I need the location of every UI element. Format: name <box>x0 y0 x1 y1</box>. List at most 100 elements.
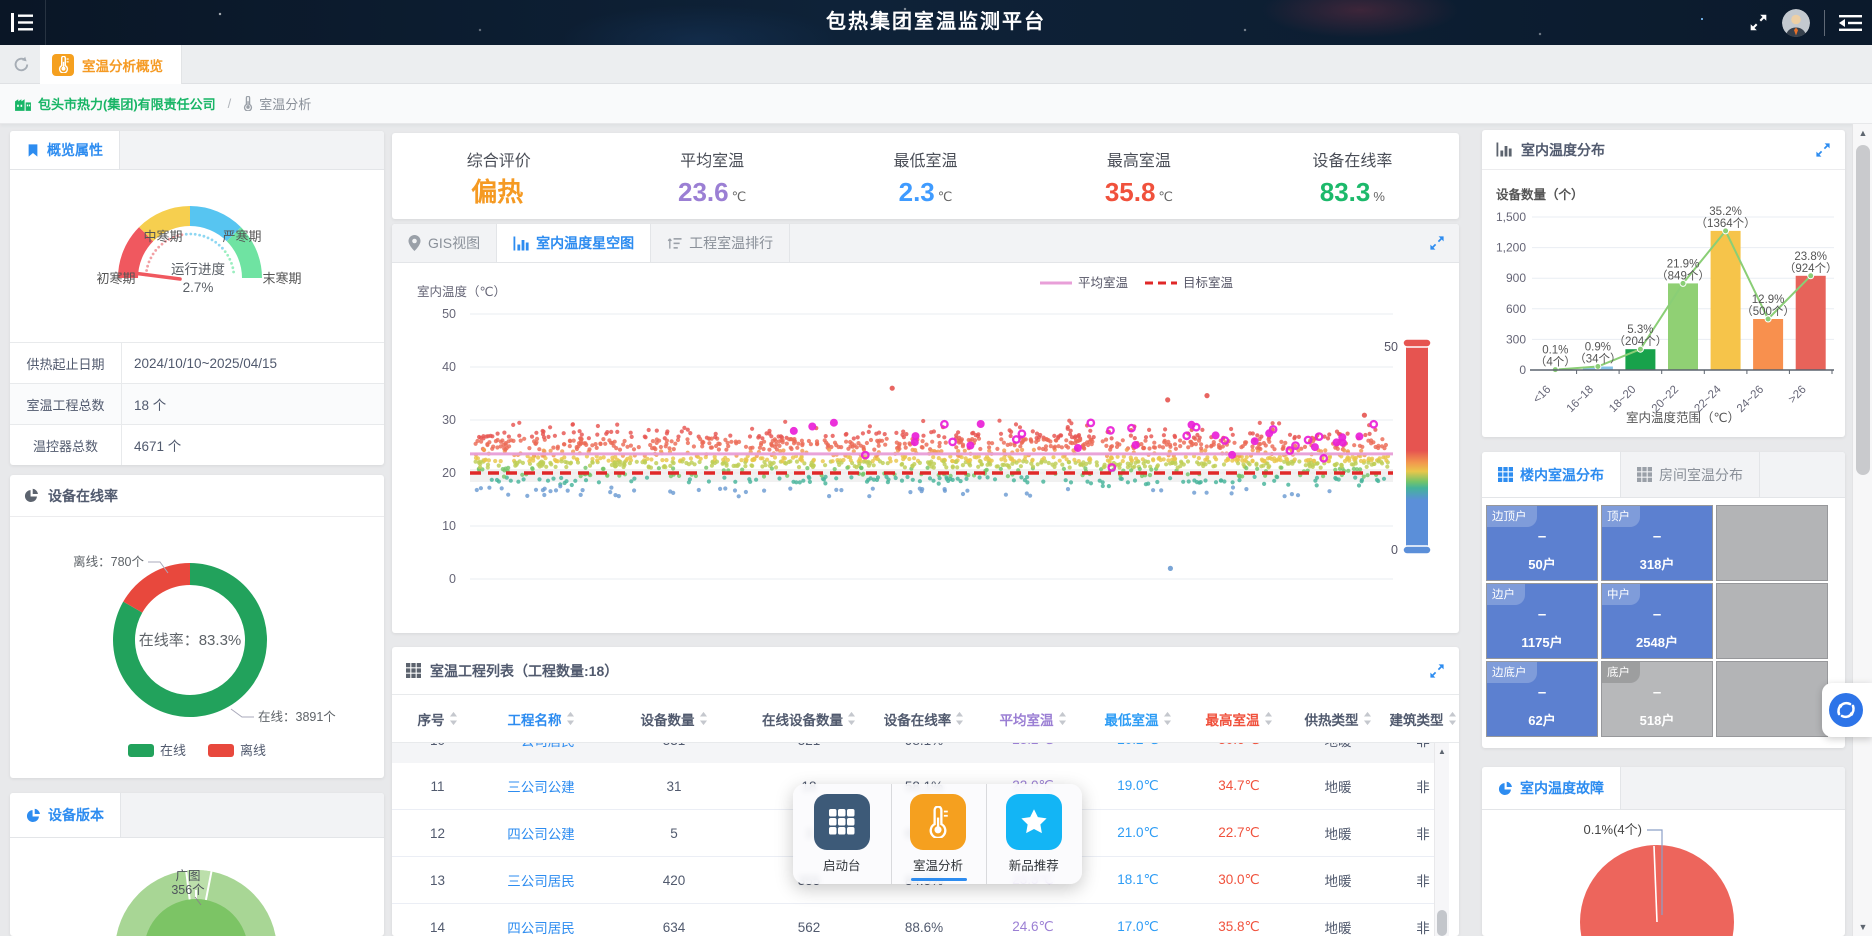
cell-online_devices: 562 <box>749 920 869 935</box>
cell-value: – <box>1602 606 1712 623</box>
col-header-max_temp[interactable]: 最高室温 <box>1189 709 1289 729</box>
cell-name[interactable]: 三公司居民 <box>483 870 599 890</box>
svg-text:5.3%: 5.3% <box>1627 324 1653 336</box>
cell-tag: 边顶户 <box>1487 506 1537 527</box>
col-header-devices[interactable]: 设备数量 <box>599 709 749 729</box>
grid-cell-底户[interactable]: 底户–518户 <box>1601 661 1713 737</box>
tab-room-temp-overview[interactable]: 室温分析概览 <box>40 45 182 84</box>
col-header-avg_temp[interactable]: 平均室温 <box>979 709 1087 729</box>
cell-name[interactable]: 四公司公建 <box>483 823 599 843</box>
cell-name[interactable]: 四公司居民 <box>483 917 599 936</box>
tab-overview-attrs[interactable]: 概览属性 <box>10 131 120 169</box>
sort-caret-icon[interactable] <box>566 711 575 726</box>
svg-text:50: 50 <box>442 307 456 321</box>
stat-value: 23.6℃ <box>605 179 818 205</box>
tab-temp-fault[interactable]: 室内温度故障 <box>1482 767 1621 809</box>
sort-caret-icon[interactable] <box>1363 711 1372 726</box>
chart-tab-1[interactable]: 室内温度星空图 <box>497 224 651 262</box>
dock-label: 室温分析 <box>913 855 963 874</box>
table-scrollbar[interactable]: ▲ <box>1434 743 1449 936</box>
partial-table-row[interactable]: 10一公司居民53152198.1%23.2℃20.2℃30.6℃地暖非 <box>392 743 1434 763</box>
col-header-online_rate[interactable]: 设备在线率 <box>869 709 979 729</box>
grid-cell-顶户[interactable]: 顶户–318户 <box>1601 505 1713 581</box>
svg-text:（500个）: （500个） <box>1741 305 1795 318</box>
breadcrumb-company[interactable]: 包头市热力(集团)有限责任公司 <box>38 94 216 113</box>
scrollbar-thumb <box>1856 145 1870 475</box>
chart-tab-0[interactable]: GIS视图 <box>392 224 497 262</box>
cell-count: 518户 <box>1602 710 1712 729</box>
expand-icon[interactable] <box>1429 235 1445 262</box>
col-header-min_temp[interactable]: 最低室温 <box>1087 709 1189 729</box>
sort-caret-icon[interactable] <box>1058 711 1067 726</box>
panel-building-distribution: 楼内室温分布 房间室温分布 边顶户–50户顶户–318户边户–1175户中户–2… <box>1482 452 1845 748</box>
cell-building_type: 非 <box>1387 870 1434 890</box>
grid-cell-中户[interactable]: 中户–2548户 <box>1601 583 1713 659</box>
col-header-heat_type[interactable]: 供热类型 <box>1289 709 1387 729</box>
chart-tab-2[interactable]: 工程室温排行 <box>651 224 790 262</box>
col-header-building_type[interactable]: 建筑类型 <box>1387 709 1459 729</box>
dock-item-2[interactable]: 新品推荐 <box>986 784 1080 884</box>
floating-action-button[interactable] <box>1822 683 1872 737</box>
svg-text:0.1%(4个): 0.1%(4个) <box>1583 822 1642 837</box>
col-header-online_devices[interactable]: 在线设备数量 <box>749 709 869 729</box>
cell-name[interactable]: 三公司公建 <box>483 776 599 796</box>
cell-avg_temp: 24.6℃ <box>979 919 1087 935</box>
svg-text:（4个）: （4个） <box>1535 356 1576 369</box>
grid-cell-empty[interactable] <box>1716 661 1828 737</box>
info-row-1: 室温工程总数18 个 <box>10 383 384 424</box>
scroll-up-arrow: ▲ <box>1438 747 1446 756</box>
refresh-icon[interactable] <box>13 56 30 73</box>
tab-device-version[interactable]: 设备版本 <box>10 793 121 837</box>
avatar[interactable] <box>1782 9 1810 37</box>
svg-text:0: 0 <box>1519 363 1526 377</box>
col-header-seq[interactable]: 序号 <box>392 709 483 729</box>
table-row[interactable]: 14四公司居民63456288.6%24.6℃17.0℃35.8℃地暖非 <box>392 904 1434 936</box>
panel-device-online-rate: 设备在线率 在线率：83.3%离线：780个在线：3891个在线离线 <box>10 475 384 778</box>
sort-caret-icon[interactable] <box>955 711 964 726</box>
panel-summary-stats: 综合评价 偏热平均室温 23.6℃最低室温 2.3℃最高室温 35.8℃设备在线… <box>392 133 1459 219</box>
svg-text:356个: 356个 <box>171 883 205 897</box>
table-row[interactable]: 10一公司居民53152198.1%23.2℃20.2℃30.6℃地暖非 <box>392 743 1434 763</box>
cell-max_temp: 22.7℃ <box>1189 825 1289 841</box>
panel-temperature-starfield: GIS视图室内温度星空图工程室温排行 室内温度（℃）50403020100平均室… <box>392 224 1459 633</box>
cell-name[interactable]: 一公司居民 <box>483 743 599 750</box>
grid-cell-边户[interactable]: 边户–1175户 <box>1486 583 1598 659</box>
svg-text:在线率：83.3%: 在线率：83.3% <box>139 632 242 649</box>
info-label: 供热起止日期 <box>10 343 122 383</box>
grid-cell-empty[interactable] <box>1716 505 1828 581</box>
sort-caret-icon[interactable] <box>699 711 708 726</box>
tab-room-dist[interactable]: 房间室温分布 <box>1621 452 1760 497</box>
expand-icon[interactable] <box>1429 663 1445 679</box>
info-value: 18 个 <box>122 384 384 424</box>
stat-2: 最低室温 2.3℃ <box>819 147 1032 205</box>
dock-item-1[interactable]: 室温分析 <box>891 784 985 884</box>
tab-building-dist[interactable]: 楼内室温分布 <box>1482 452 1621 497</box>
dock-item-0[interactable]: 启动台 <box>795 784 889 884</box>
starfield-scatter-chart: 室内温度（℃）50403020100平均室温目标室温500 <box>392 263 1459 633</box>
fullscreen-icon[interactable] <box>1749 13 1768 32</box>
sort-caret-icon[interactable] <box>1163 711 1172 726</box>
stat-1: 平均室温 23.6℃ <box>605 147 818 205</box>
expand-icon[interactable] <box>1815 142 1831 158</box>
stat-4: 设备在线率 83.3% <box>1246 147 1459 205</box>
col-header-name[interactable]: 工程名称 <box>483 709 599 729</box>
svg-text:20: 20 <box>442 466 456 480</box>
svg-text:（849个）: （849个） <box>1656 269 1710 282</box>
cell-tag: 边户 <box>1487 584 1525 605</box>
cell-min_temp: 20.2℃ <box>1087 743 1189 748</box>
cell-max_temp: 30.0℃ <box>1189 872 1289 888</box>
grid-cell-empty[interactable] <box>1716 583 1828 659</box>
info-row-2: 温控器总数4671 个 <box>10 424 384 465</box>
cell-heat_type: 地暖 <box>1289 917 1387 936</box>
sort-caret-icon[interactable] <box>1448 711 1457 726</box>
table-header-row: 序号工程名称设备数量在线设备数量设备在线率平均室温最低室温最高室温供热类型建筑类… <box>392 695 1459 743</box>
grid-cell-边顶户[interactable]: 边顶户–50户 <box>1486 505 1598 581</box>
svg-text:平均室温: 平均室温 <box>1078 275 1129 290</box>
sort-caret-icon[interactable] <box>847 711 856 726</box>
svg-text:2.7%: 2.7% <box>183 280 214 295</box>
menu-indent-icon[interactable] <box>1839 14 1862 32</box>
sort-caret-icon[interactable] <box>1264 711 1273 726</box>
page-scrollbar[interactable]: ▲ ▼ <box>1852 124 1872 936</box>
grid-cell-边底户[interactable]: 边底户–62户 <box>1486 661 1598 737</box>
sort-caret-icon[interactable] <box>449 711 458 726</box>
